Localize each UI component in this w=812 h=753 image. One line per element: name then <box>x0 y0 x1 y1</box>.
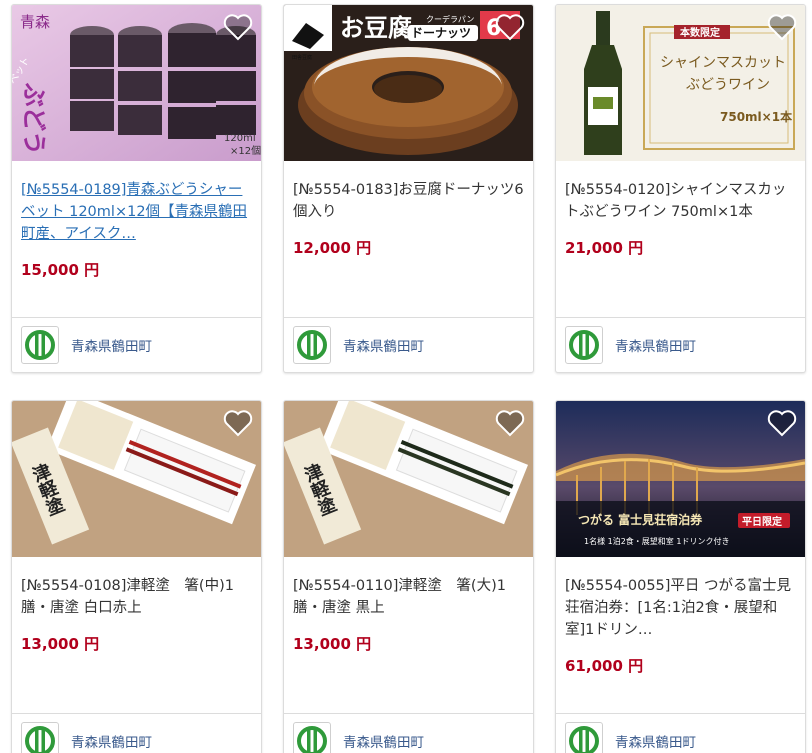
municipality-link[interactable]: 青森県鶴田町 <box>21 721 152 753</box>
municipality-link[interactable]: 青森県鶴田町 <box>565 325 696 365</box>
product-card[interactable]: 田舎豆腐 お豆腐 ドーナッツ クーデラパン 6 [№5554-0183]お豆腐ド… <box>283 4 534 373</box>
favorite-heart-icon[interactable] <box>495 409 525 437</box>
product-title-link[interactable]: [№5554-0189]青森ぶどうシャーベット 120ml×12個【青森県鶴田町… <box>21 179 253 245</box>
image-label: ドーナッツ <box>411 26 471 40</box>
municipality-name[interactable]: 青森県鶴田町 <box>615 335 696 355</box>
product-grid: 青森 ぶどう シャーベット 120ml ×12個 [№5554-0189]青森ぶ… <box>0 0 812 753</box>
product-card[interactable]: 津軽塗 [№5554-0110]津軽塗 箸(大)1膳・唐塗 黒上 13,000 … <box>283 400 534 753</box>
divider <box>284 317 533 318</box>
municipality-logo-icon <box>21 722 59 753</box>
municipality-name[interactable]: 青森県鶴田町 <box>71 731 152 751</box>
image-label: シャインマスカット <box>660 55 786 71</box>
image-label: 1名様 1泊2食・展望和室 1ドリンク付き <box>584 536 729 546</box>
product-card[interactable]: 青森 ぶどう シャーベット 120ml ×12個 [№5554-0189]青森ぶ… <box>11 4 262 373</box>
favorite-heart-icon[interactable] <box>767 409 797 437</box>
municipality-link[interactable]: 青森県鶴田町 <box>293 721 424 753</box>
product-title-link[interactable]: [№5554-0183]お豆腐ドーナッツ6個入り <box>293 179 525 223</box>
product-price: 61,000 円 <box>565 657 644 675</box>
divider <box>556 317 805 318</box>
municipality-link[interactable]: 青森県鶴田町 <box>21 325 152 365</box>
image-label: お豆腐 <box>340 13 412 42</box>
product-card[interactable]: つがる 富士見荘宿泊券 平日限定 1名様 1泊2食・展望和室 1ドリンク付き [… <box>555 400 806 753</box>
product-price: 21,000 円 <box>565 239 644 257</box>
image-label: ぶどう <box>20 82 49 155</box>
municipality-link[interactable]: 青森県鶴田町 <box>293 325 424 365</box>
municipality-name[interactable]: 青森県鶴田町 <box>343 731 424 751</box>
divider <box>12 317 261 318</box>
municipality-logo-icon <box>293 326 331 364</box>
favorite-heart-icon[interactable] <box>223 409 253 437</box>
product-title-link[interactable]: [№5554-0110]津軽塗 箸(大)1膳・唐塗 黒上 <box>293 575 525 619</box>
divider <box>284 713 533 714</box>
product-price: 13,000 円 <box>293 635 372 653</box>
image-label: クーデラパン <box>426 14 474 24</box>
product-title-link[interactable]: [№5554-0120]シャインマスカットぶどうワイン 750ml×1本 <box>565 179 797 223</box>
svg-text:田舎豆腐: 田舎豆腐 <box>292 54 312 61</box>
image-label: 120ml <box>224 133 256 144</box>
image-label: 青森 <box>20 13 50 31</box>
favorite-heart-icon[interactable] <box>495 13 525 41</box>
municipality-logo-icon <box>293 722 331 753</box>
image-label: 平日限定 <box>742 515 782 528</box>
image-label: ×12個 <box>230 144 261 157</box>
product-title-link[interactable]: [№5554-0055]平日 つがる富士見荘宿泊券：[1名:1泊2食・展望和室]… <box>565 575 797 641</box>
product-price: 15,000 円 <box>21 261 100 279</box>
municipality-logo-icon <box>21 326 59 364</box>
municipality-link[interactable]: 青森県鶴田町 <box>565 721 696 753</box>
divider <box>12 713 261 714</box>
image-label: つがる 富士見荘宿泊券 <box>578 512 703 527</box>
image-label: ぶどうワイン <box>686 77 770 93</box>
product-title-link[interactable]: [№5554-0108]津軽塗 箸(中)1膳・唐塗 白口赤上 <box>21 575 253 619</box>
municipality-name[interactable]: 青森県鶴田町 <box>71 335 152 355</box>
municipality-logo-icon <box>565 326 603 364</box>
divider <box>556 713 805 714</box>
municipality-logo-icon <box>565 722 603 753</box>
favorite-heart-icon[interactable] <box>223 13 253 41</box>
favorite-heart-icon[interactable] <box>767 13 797 41</box>
municipality-name[interactable]: 青森県鶴田町 <box>615 731 696 751</box>
product-card[interactable]: 本数限定 シャインマスカット ぶどうワイン 750ml×1本 [№5554-01… <box>555 4 806 373</box>
municipality-name[interactable]: 青森県鶴田町 <box>343 335 424 355</box>
image-label: 本数限定 <box>680 26 720 39</box>
image-label: 750ml×1本 <box>720 109 792 124</box>
product-card[interactable]: 津軽塗 [№5554-0108]津軽塗 箸(中)1膳・唐塗 白口赤上 13,00… <box>11 400 262 753</box>
product-price: 12,000 円 <box>293 239 372 257</box>
product-price: 13,000 円 <box>21 635 100 653</box>
